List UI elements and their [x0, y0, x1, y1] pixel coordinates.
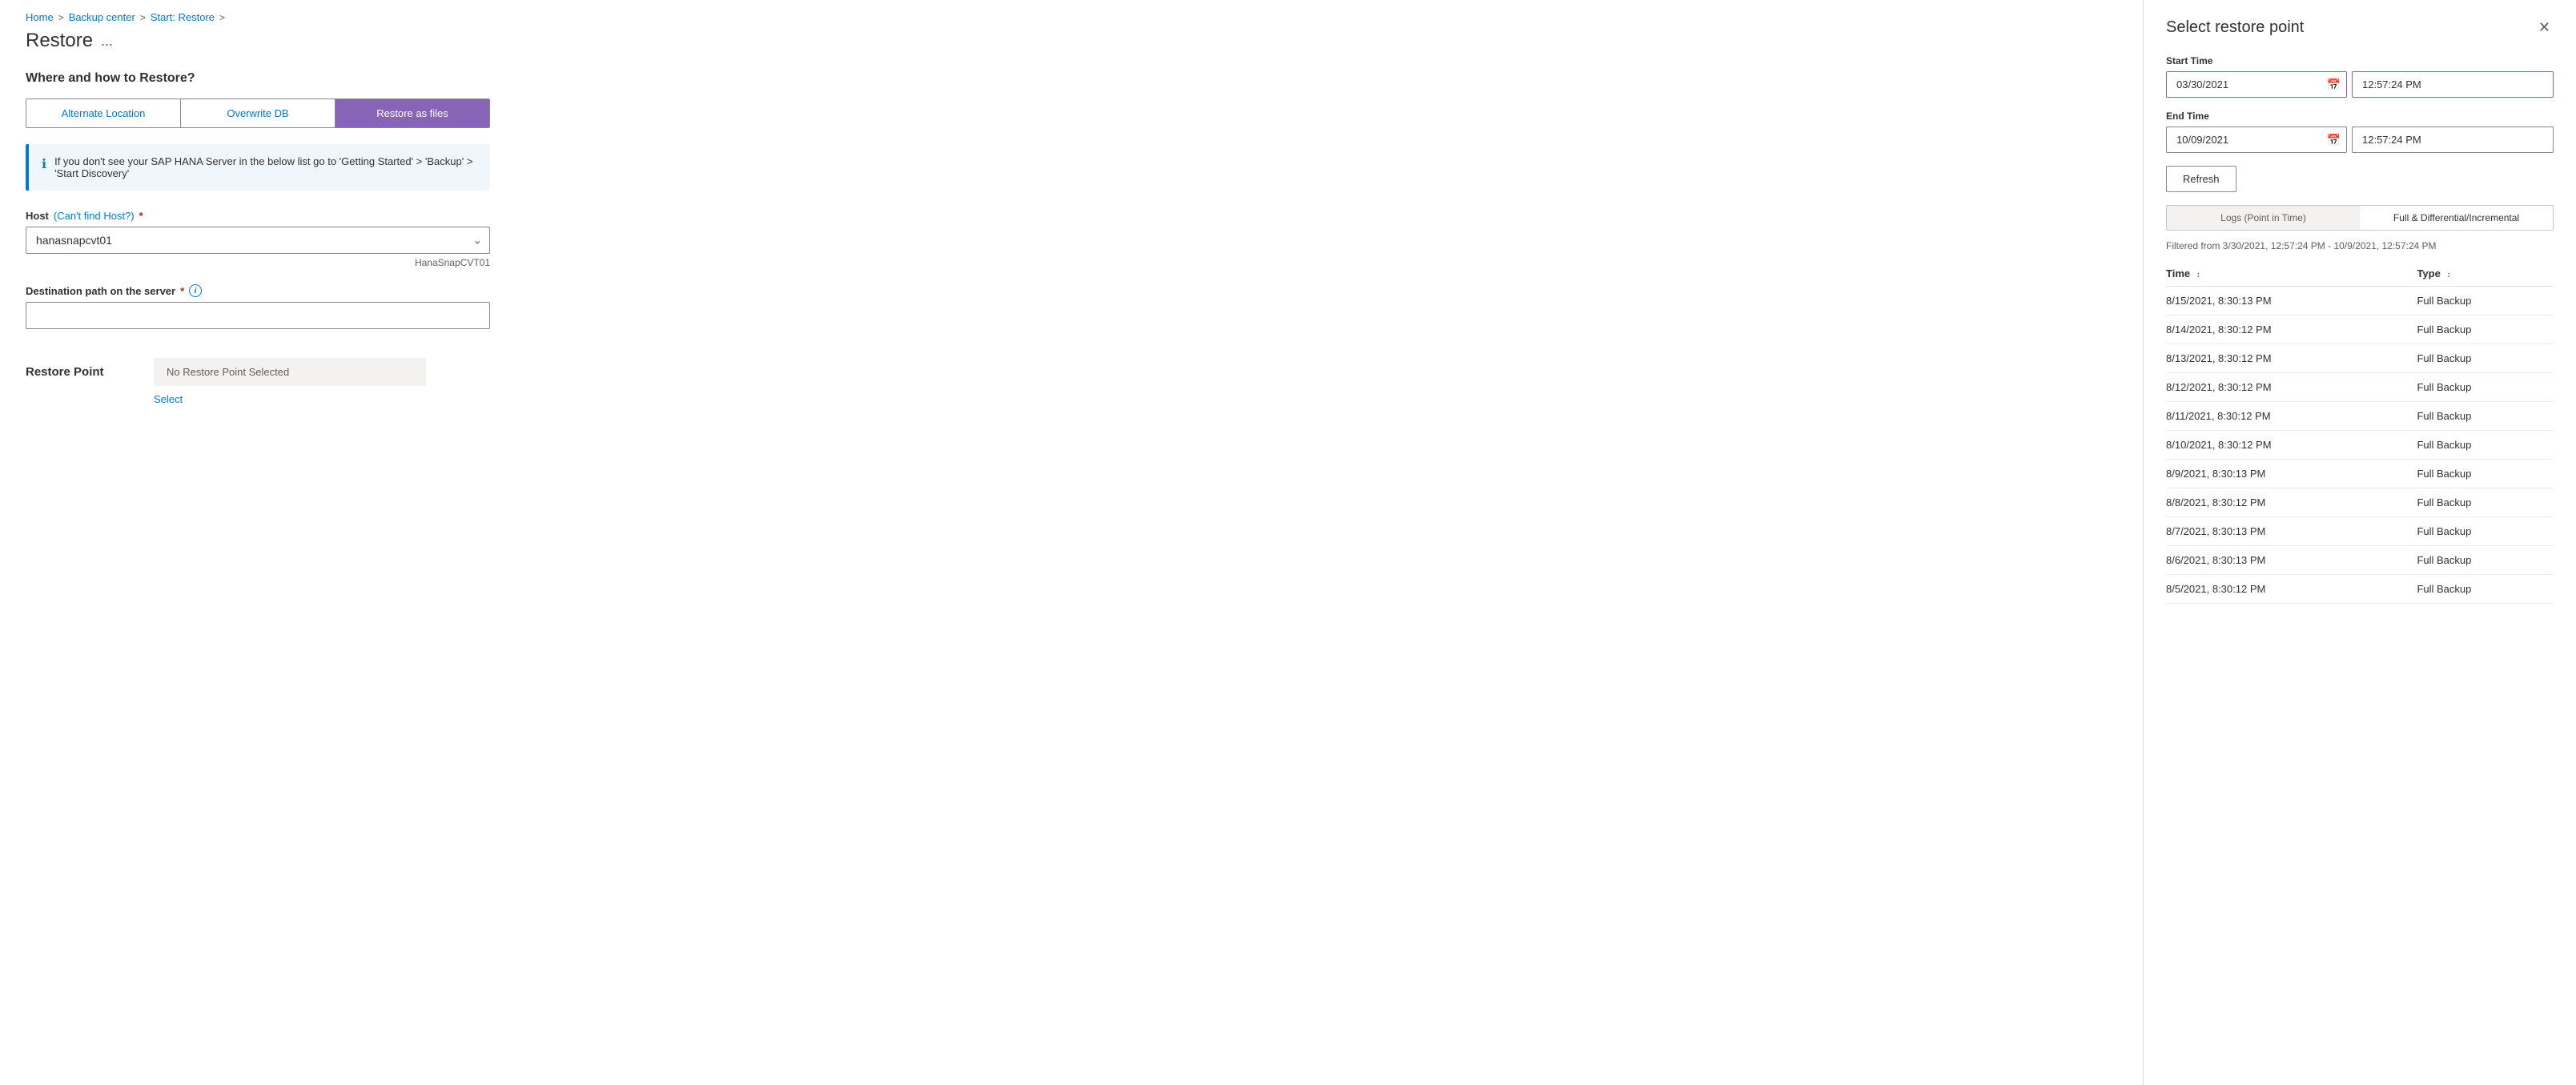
- col-type-header: Type ↕: [2417, 261, 2554, 287]
- row-time: 8/6/2021, 8:30:13 PM: [2166, 546, 2417, 575]
- end-time-input[interactable]: [2352, 127, 2554, 153]
- row-time: 8/12/2021, 8:30:12 PM: [2166, 373, 2417, 402]
- table-row[interactable]: 8/8/2021, 8:30:12 PM Full Backup: [2166, 488, 2554, 517]
- row-time: 8/7/2021, 8:30:13 PM: [2166, 517, 2417, 546]
- start-date-wrapper: 📅: [2166, 71, 2347, 98]
- info-icon: ℹ: [42, 156, 46, 172]
- table-row[interactable]: 8/13/2021, 8:30:12 PM Full Backup: [2166, 344, 2554, 373]
- info-box-text: If you don't see your SAP HANA Server in…: [54, 155, 477, 179]
- info-box: ℹ If you don't see your SAP HANA Server …: [26, 144, 490, 191]
- section-title: Where and how to Restore?: [26, 71, 2117, 86]
- restore-point-section: Restore Point No Restore Point Selected …: [26, 358, 2117, 405]
- page-title-ellipsis[interactable]: ...: [101, 33, 113, 50]
- row-type: Full Backup: [2417, 517, 2554, 546]
- destination-label-text: Destination path on the server: [26, 285, 175, 297]
- toggle-logs[interactable]: Logs (Point in Time): [2167, 206, 2360, 230]
- tab-alternate-location[interactable]: Alternate Location: [26, 99, 181, 127]
- host-hint: HanaSnapCVT01: [26, 257, 490, 268]
- toggle-bar: Logs (Point in Time) Full & Differential…: [2166, 205, 2554, 231]
- tab-restore-as-files[interactable]: Restore as files: [336, 99, 489, 127]
- breadcrumb-sep2: >: [140, 12, 146, 23]
- restore-points-table: Time ↕ Type ↕ 8/15/2021, 8:30:13 PM Full…: [2166, 261, 2554, 604]
- row-type: Full Backup: [2417, 344, 2554, 373]
- col-time-header: Time ↕: [2166, 261, 2417, 287]
- table-header-row: Time ↕ Type ↕: [2166, 261, 2554, 287]
- start-date-input[interactable]: [2166, 71, 2347, 98]
- row-type: Full Backup: [2417, 460, 2554, 488]
- row-type: Full Backup: [2417, 546, 2554, 575]
- row-time: 8/9/2021, 8:30:13 PM: [2166, 460, 2417, 488]
- start-time-label: Start Time: [2166, 55, 2554, 66]
- restore-point-value: No Restore Point Selected: [154, 358, 426, 386]
- restore-type-tabs: Alternate Location Overwrite DB Restore …: [26, 98, 490, 128]
- close-button[interactable]: ✕: [2535, 16, 2554, 39]
- panel-title: Select restore point: [2166, 18, 2304, 37]
- table-row[interactable]: 8/5/2021, 8:30:12 PM Full Backup: [2166, 575, 2554, 604]
- start-time-input[interactable]: [2352, 71, 2554, 98]
- table-row[interactable]: 8/7/2021, 8:30:13 PM Full Backup: [2166, 517, 2554, 546]
- row-time: 8/10/2021, 8:30:12 PM: [2166, 431, 2417, 460]
- destination-tooltip-icon[interactable]: i: [189, 284, 202, 297]
- table-body: 8/15/2021, 8:30:13 PM Full Backup 8/14/2…: [2166, 287, 2554, 604]
- table-row[interactable]: 8/15/2021, 8:30:13 PM Full Backup: [2166, 287, 2554, 315]
- breadcrumb: Home > Backup center > Start: Restore >: [26, 0, 2117, 30]
- row-type: Full Backup: [2417, 315, 2554, 344]
- start-time-section: Start Time 📅: [2166, 55, 2554, 98]
- end-time-section: End Time 📅: [2166, 111, 2554, 153]
- end-time-label: End Time: [2166, 111, 2554, 122]
- tab-overwrite-db[interactable]: Overwrite DB: [181, 99, 336, 127]
- row-type: Full Backup: [2417, 488, 2554, 517]
- breadcrumb-backup-center[interactable]: Backup center: [69, 11, 135, 23]
- table-row[interactable]: 8/14/2021, 8:30:12 PM Full Backup: [2166, 315, 2554, 344]
- cant-find-host-link[interactable]: (Can't find Host?): [54, 210, 135, 222]
- table-row[interactable]: 8/9/2021, 8:30:13 PM Full Backup: [2166, 460, 2554, 488]
- filter-text: Filtered from 3/30/2021, 12:57:24 PM - 1…: [2166, 240, 2554, 251]
- page-title: Restore: [26, 30, 93, 52]
- row-time: 8/5/2021, 8:30:12 PM: [2166, 575, 2417, 604]
- end-date-input[interactable]: [2166, 127, 2347, 153]
- left-panel: Home > Backup center > Start: Restore > …: [0, 0, 2144, 1085]
- row-time: 8/8/2021, 8:30:12 PM: [2166, 488, 2417, 517]
- row-type: Full Backup: [2417, 373, 2554, 402]
- row-time: 8/14/2021, 8:30:12 PM: [2166, 315, 2417, 344]
- end-time-row: 📅: [2166, 127, 2554, 153]
- refresh-button[interactable]: Refresh: [2166, 166, 2236, 192]
- restore-point-label: Restore Point: [26, 365, 138, 379]
- panel-header: Select restore point ✕: [2166, 16, 2554, 39]
- destination-required-star: *: [180, 285, 184, 297]
- row-type: Full Backup: [2417, 575, 2554, 604]
- restore-point-row: Restore Point No Restore Point Selected: [26, 358, 2117, 386]
- table-row[interactable]: 8/10/2021, 8:30:12 PM Full Backup: [2166, 431, 2554, 460]
- table-row[interactable]: 8/12/2021, 8:30:12 PM Full Backup: [2166, 373, 2554, 402]
- host-field-label: Host (Can't find Host?) *: [26, 210, 2117, 222]
- page-title-row: Restore ...: [26, 30, 2117, 52]
- breadcrumb-sep1: >: [58, 12, 64, 23]
- host-dropdown[interactable]: hanasnapcvt01: [26, 227, 490, 254]
- breadcrumb-sep3: >: [219, 12, 225, 23]
- end-date-wrapper: 📅: [2166, 127, 2347, 153]
- row-time: 8/15/2021, 8:30:13 PM: [2166, 287, 2417, 315]
- row-type: Full Backup: [2417, 431, 2554, 460]
- row-type: Full Backup: [2417, 287, 2554, 315]
- time-sort-icon[interactable]: ↕: [2196, 271, 2200, 279]
- breadcrumb-home[interactable]: Home: [26, 11, 54, 23]
- destination-input[interactable]: [26, 302, 490, 329]
- destination-field-label: Destination path on the server * i: [26, 284, 2117, 297]
- row-time: 8/11/2021, 8:30:12 PM: [2166, 402, 2417, 431]
- toggle-full-differential[interactable]: Full & Differential/Incremental: [2360, 206, 2553, 230]
- host-label-text: Host: [26, 210, 49, 222]
- breadcrumb-start-restore[interactable]: Start: Restore: [151, 11, 215, 23]
- host-dropdown-wrapper: hanasnapcvt01 ⌄: [26, 227, 490, 254]
- table-header: Time ↕ Type ↕: [2166, 261, 2554, 287]
- restore-point-select-wrapper: Select: [154, 392, 2117, 405]
- row-time: 8/13/2021, 8:30:12 PM: [2166, 344, 2417, 373]
- table-row[interactable]: 8/6/2021, 8:30:13 PM Full Backup: [2166, 546, 2554, 575]
- host-required-star: *: [139, 210, 143, 222]
- right-panel: Select restore point ✕ Start Time 📅 End …: [2144, 0, 2576, 1085]
- type-sort-icon[interactable]: ↕: [2446, 271, 2450, 279]
- select-restore-point-link[interactable]: Select: [154, 393, 183, 405]
- start-time-row: 📅: [2166, 71, 2554, 98]
- table-row[interactable]: 8/11/2021, 8:30:12 PM Full Backup: [2166, 402, 2554, 431]
- row-type: Full Backup: [2417, 402, 2554, 431]
